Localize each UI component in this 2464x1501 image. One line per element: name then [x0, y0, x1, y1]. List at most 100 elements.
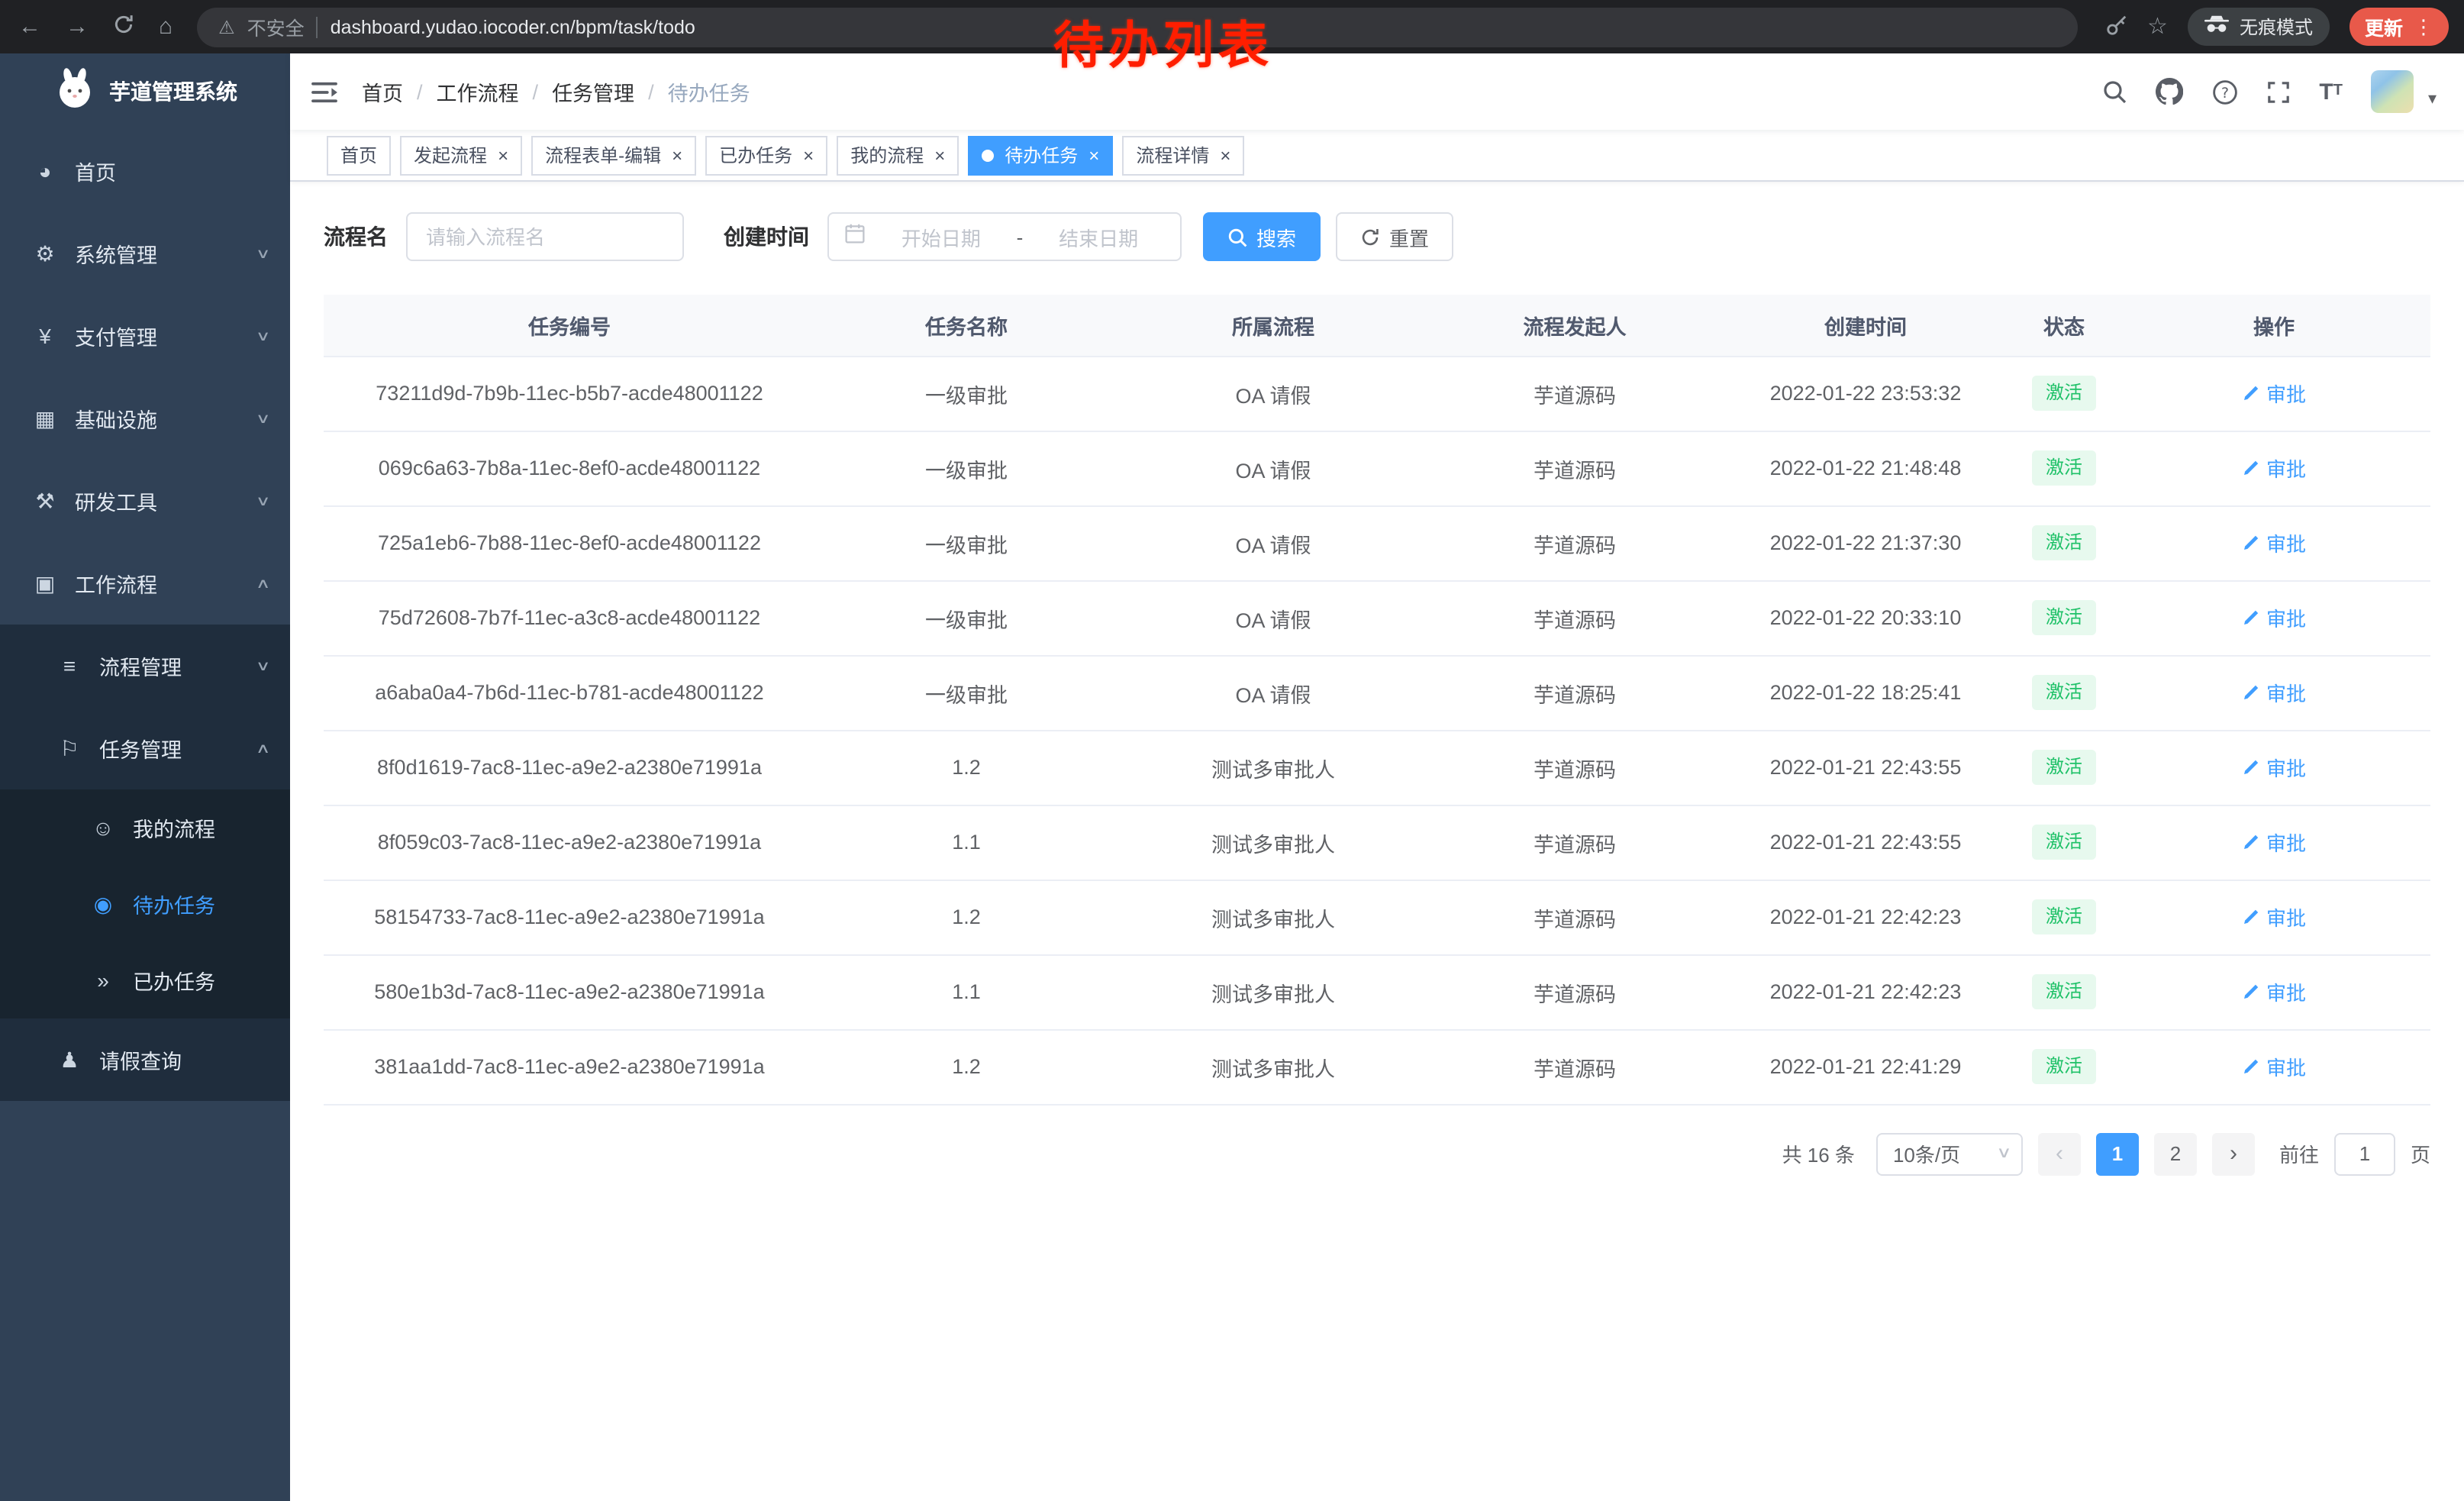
page-number-button[interactable]: 1: [2096, 1132, 2139, 1175]
browser-back-icon[interactable]: ←: [18, 15, 41, 38]
tab[interactable]: 待办任务: [968, 135, 1113, 175]
browser-forward-icon[interactable]: →: [66, 15, 89, 38]
sidebar-item[interactable]: ≡ 流程管理 ∨: [0, 625, 290, 707]
approve-link[interactable]: 审批: [2242, 603, 2306, 632]
sidebar-item[interactable]: ☺ 我的流程: [0, 789, 290, 866]
action-cell: 审批: [2117, 580, 2430, 655]
collapse-sidebar-icon[interactable]: [311, 80, 337, 103]
approve-link[interactable]: 审批: [2242, 977, 2306, 1006]
next-page-button[interactable]: ›: [2212, 1132, 2255, 1175]
date-range-picker[interactable]: 开始日期 - 结束日期: [827, 212, 1182, 261]
table-row: 8f0d1619-7ac8-11ec-a9e2-a2380e71991a 1.2…: [324, 730, 2430, 805]
breadcrumb-item[interactable]: 工作流程: [437, 76, 553, 107]
font-size-icon[interactable]: TT: [2319, 80, 2343, 103]
sidebar-item[interactable]: ◉ 待办任务: [0, 866, 290, 942]
tools-icon: ⚒: [31, 488, 60, 514]
prev-page-button[interactable]: ‹: [2038, 1132, 2081, 1175]
bookmark-star-icon[interactable]: ☆: [2147, 15, 2168, 38]
tab[interactable]: 我的流程: [837, 135, 959, 175]
sidebar-item[interactable]: ▦ 基础设施 ∨: [0, 377, 290, 460]
status-cell: 激活: [2011, 655, 2117, 730]
status-cell: 激活: [2011, 505, 2117, 580]
approve-link[interactable]: 审批: [2242, 753, 2306, 782]
close-tab-icon[interactable]: [803, 146, 814, 164]
breadcrumb-item[interactable]: 首页: [362, 76, 437, 107]
sidebar-item[interactable]: » 已办任务: [0, 942, 290, 1018]
tab[interactable]: 首页: [327, 135, 391, 175]
app-logo[interactable]: 芋道管理系统: [0, 53, 290, 130]
top-navbar: 首页 工作流程 任务管理 待办任务 ?: [290, 53, 2464, 130]
url-text: dashboard.yudao.iocoder.cn/bpm/task/todo: [331, 16, 695, 37]
github-icon[interactable]: [2156, 78, 2183, 105]
sidebar-item-label: 请假查询: [99, 1044, 182, 1075]
close-tab-icon[interactable]: [672, 146, 682, 164]
status-badge: 激活: [2032, 899, 2096, 934]
approve-link[interactable]: 审批: [2242, 379, 2306, 408]
end-date-placeholder[interactable]: 结束日期: [1032, 222, 1165, 251]
approve-link[interactable]: 审批: [2242, 528, 2306, 557]
start-date-placeholder[interactable]: 开始日期: [875, 222, 1008, 251]
initiator-cell: 芋道源码: [1429, 580, 1721, 655]
browser-home-icon[interactable]: ⌂: [159, 15, 173, 38]
user-menu-caret-icon[interactable]: ▾: [2428, 89, 2437, 113]
sidebar-item[interactable]: ¥ 支付管理 ∨: [0, 295, 290, 377]
table-header: 任务编号 任务名称 所属流程 流程发起人 创建时间 状态 操作: [324, 295, 2430, 356]
tab[interactable]: 已办任务: [705, 135, 827, 175]
tab[interactable]: 流程详情: [1122, 135, 1244, 175]
table-body: 73211d9d-7b9b-11ec-b5b7-acde48001122 一级审…: [324, 356, 2430, 1104]
help-icon[interactable]: ?: [2212, 79, 2238, 105]
approve-link[interactable]: 审批: [2242, 454, 2306, 483]
user-avatar[interactable]: [2372, 70, 2414, 113]
close-tab-icon[interactable]: [1088, 146, 1099, 164]
process-cell: OA 请假: [1118, 655, 1429, 730]
column-header: 状态: [2011, 295, 2117, 356]
table-row: 381aa1dd-7ac8-11ec-a9e2-a2380e71991a 1.2…: [324, 1029, 2430, 1104]
tab[interactable]: 流程表单-编辑: [531, 135, 696, 175]
update-button[interactable]: 更新 ⋮: [2350, 8, 2449, 46]
column-header: 所属流程: [1118, 295, 1429, 356]
edit-pencil-icon: [2242, 833, 2260, 851]
page-number-button[interactable]: 2: [2154, 1132, 2197, 1175]
created-time-cell: 2022-01-21 22:42:23: [1721, 880, 2011, 954]
security-label: 不安全: [247, 12, 305, 41]
close-tab-icon[interactable]: [934, 146, 945, 164]
process-name-input[interactable]: [406, 212, 684, 261]
breadcrumb-item[interactable]: 任务管理: [552, 76, 668, 107]
sidebar-item[interactable]: ⚐ 任务管理 ∧: [0, 707, 290, 789]
task-id-cell: 8f059c03-7ac8-11ec-a9e2-a2380e71991a: [324, 805, 815, 880]
page-size-select[interactable]: 10条/页 ∨: [1876, 1132, 2023, 1175]
approve-link[interactable]: 审批: [2242, 1052, 2306, 1081]
goto-page-input[interactable]: [2334, 1132, 2395, 1175]
fullscreen-icon[interactable]: [2267, 80, 2290, 103]
status-badge: 激活: [2032, 974, 2096, 1009]
search-icon[interactable]: [2102, 79, 2127, 104]
approve-link[interactable]: 审批: [2242, 828, 2306, 857]
todo-eye-icon: ◉: [89, 891, 118, 917]
process-cell: 测试多审批人: [1118, 954, 1429, 1029]
approve-link[interactable]: 审批: [2242, 678, 2306, 707]
edit-pencil-icon: [2242, 534, 2260, 552]
browser-menu-icon[interactable]: ⋮: [2414, 15, 2433, 39]
browser-refresh-icon[interactable]: [113, 14, 134, 40]
close-tab-icon[interactable]: [1220, 146, 1230, 164]
close-tab-icon[interactable]: [498, 146, 508, 164]
tab[interactable]: 发起流程: [400, 135, 522, 175]
infrastructure-icon: ▦: [31, 405, 60, 431]
chevron-icon: ∨: [256, 410, 272, 427]
sidebar-item[interactable]: ♟ 请假查询: [0, 1018, 290, 1101]
initiator-cell: 芋道源码: [1429, 505, 1721, 580]
breadcrumb-item[interactable]: 待办任务: [668, 76, 750, 107]
sidebar-item[interactable]: ◕ 首页: [0, 130, 290, 212]
approve-link[interactable]: 审批: [2242, 902, 2306, 931]
task-name-cell: 1.1: [815, 954, 1118, 1029]
process-cell: OA 请假: [1118, 431, 1429, 505]
search-button[interactable]: 搜索: [1203, 212, 1321, 261]
table-row: 8f059c03-7ac8-11ec-a9e2-a2380e71991a 1.1…: [324, 805, 2430, 880]
sidebar-item[interactable]: ▣ 工作流程 ∧: [0, 542, 290, 625]
create-time-label: 创建时间: [724, 221, 809, 252]
chevron-icon: ∨: [256, 245, 272, 262]
password-key-icon[interactable]: [2104, 13, 2127, 40]
reset-button[interactable]: 重置: [1336, 212, 1453, 261]
sidebar-item[interactable]: ⚙ 系统管理 ∨: [0, 212, 290, 295]
sidebar-item[interactable]: ⚒ 研发工具 ∨: [0, 460, 290, 542]
